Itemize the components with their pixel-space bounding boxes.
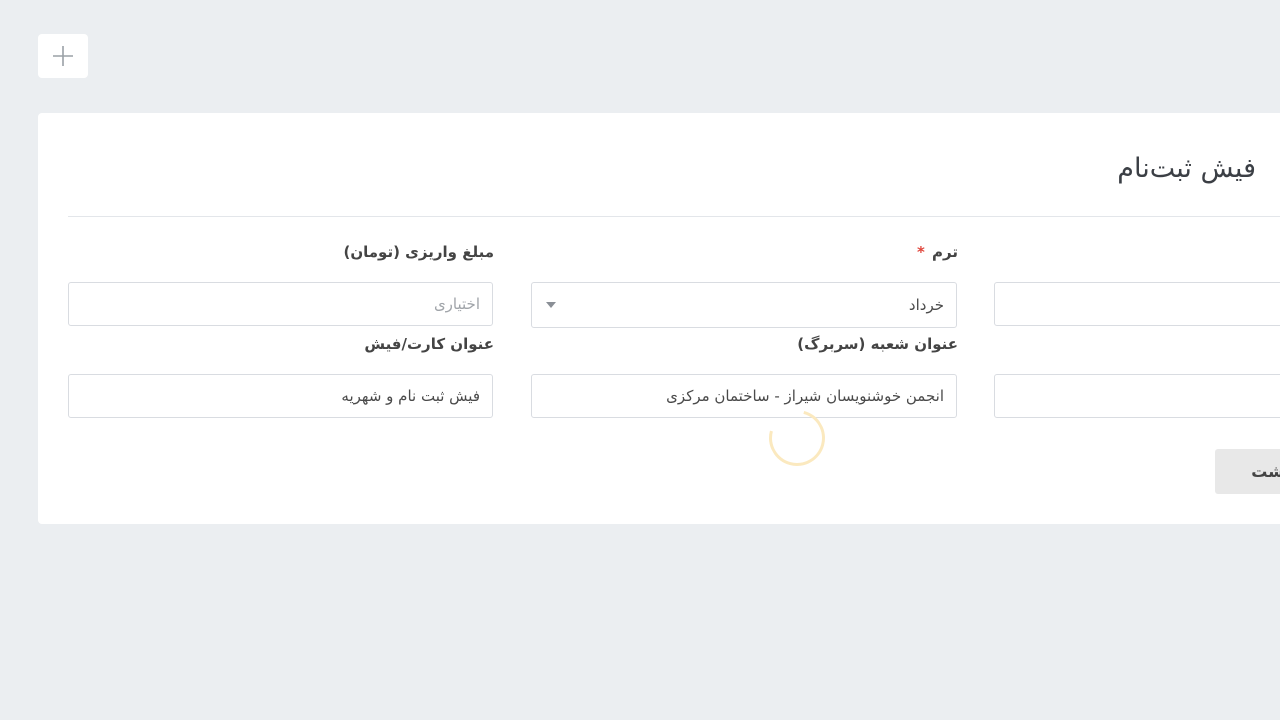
back-button-label: بازگشت — [1251, 462, 1280, 481]
amount-label: مبلغ واریزی (تومان) — [343, 243, 494, 261]
term-label-text: ترم — [932, 243, 958, 261]
header-divider — [68, 216, 1280, 217]
back-button[interactable]: بازگشت — [1215, 449, 1280, 494]
amount-placeholder: اختیاری — [433, 295, 480, 313]
plus-icon — [53, 46, 73, 66]
page: فیش ثبت‌نام ترم * مبلغ واریزی (تومان) خر… — [0, 0, 1280, 720]
term-select-value: خرداد — [908, 296, 944, 314]
add-button[interactable] — [38, 34, 88, 78]
form-card: فیش ثبت‌نام ترم * مبلغ واریزی (تومان) خر… — [38, 113, 1280, 524]
term-select[interactable]: خرداد — [531, 282, 957, 328]
card-title-input[interactable]: فیش ثبت نام و شهریه — [68, 374, 493, 418]
amount-input[interactable]: اختیاری — [68, 282, 493, 326]
term-label: ترم * — [917, 243, 958, 261]
right-field-1[interactable] — [994, 282, 1280, 326]
right-field-2[interactable] — [994, 374, 1280, 418]
required-mark: * — [916, 243, 925, 261]
card-title-value: فیش ثبت نام و شهریه — [341, 387, 480, 405]
branch-title-label: عنوان شعبه (سربرگ) — [797, 335, 958, 353]
card-title-label: عنوان کارت/فیش — [364, 335, 494, 353]
branch-title-value: انجمن خوشنویسان شیراز - ساختمان مرکزی — [666, 387, 944, 405]
branch-title-input[interactable]: انجمن خوشنویسان شیراز - ساختمان مرکزی — [531, 374, 957, 418]
page-title: فیش ثبت‌نام — [1117, 153, 1256, 184]
chevron-down-icon — [546, 302, 556, 308]
